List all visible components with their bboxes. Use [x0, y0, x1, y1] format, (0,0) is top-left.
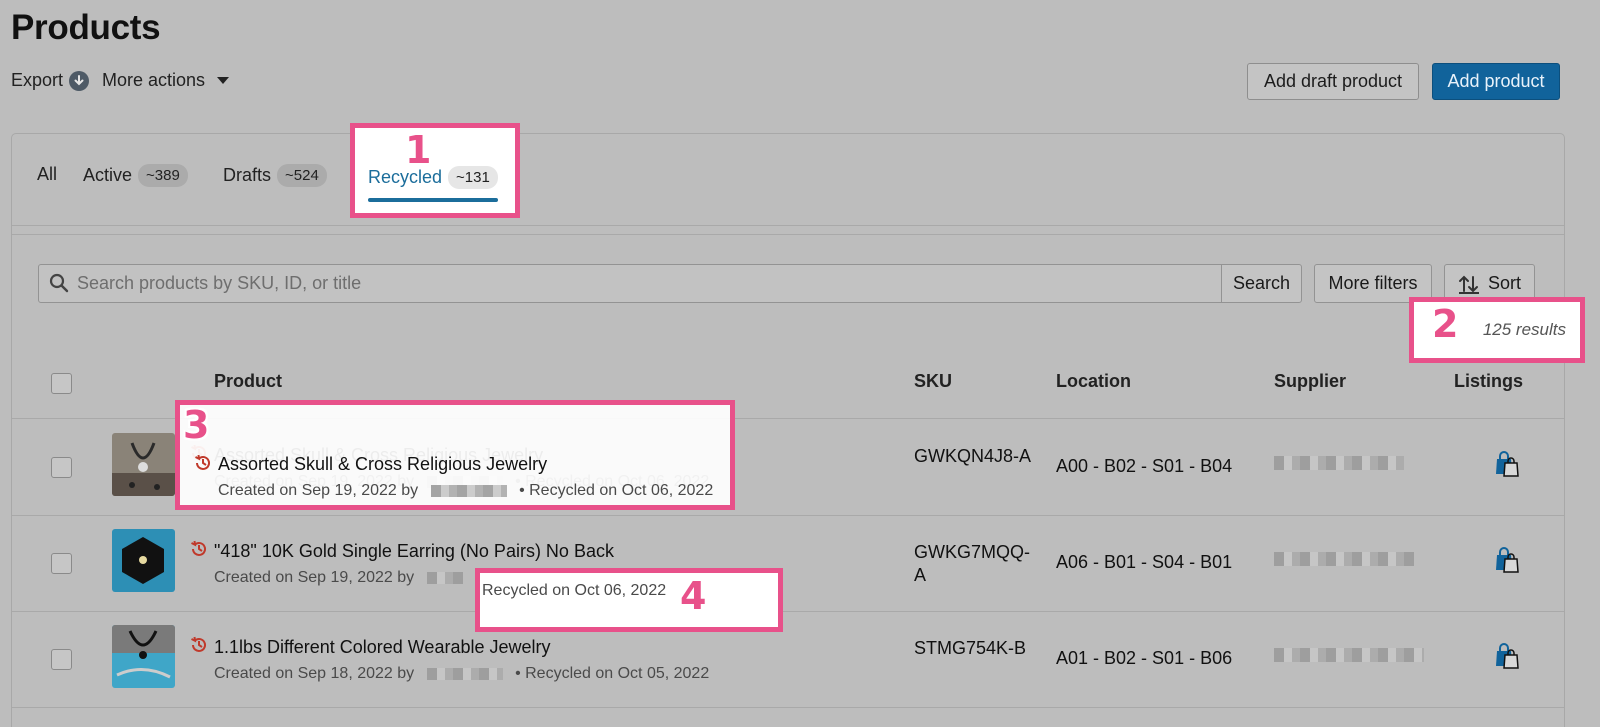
select-all-checkbox[interactable]: [51, 373, 72, 394]
redacted-username: [426, 571, 463, 584]
annotated-recycled-date: Recycled on Oct 06, 2022: [482, 582, 667, 599]
annotation-number-3: 3: [183, 403, 210, 447]
supplier-redacted: [1274, 456, 1404, 470]
export-label: Export: [11, 70, 64, 90]
caret-down-icon: [217, 77, 230, 84]
add-draft-product-button[interactable]: Add draft product: [1247, 63, 1419, 100]
table-row[interactable]: 1.1lbs Different Colored Wearable Jewelr…: [12, 612, 1564, 708]
sku-value: GWKQN4J8-A: [914, 446, 1032, 466]
column-header-listings: Listings: [1454, 371, 1524, 391]
sort-label: Sort: [1487, 273, 1521, 293]
row-checkbox[interactable]: [51, 457, 72, 478]
shopping-bag-icon[interactable]: [1492, 450, 1520, 478]
recycled-history-icon: [195, 454, 210, 470]
search-box: [38, 264, 1262, 303]
results-count: 125 results: [1482, 320, 1566, 339]
product-title[interactable]: "418" 10K Gold Single Earring (No Pairs)…: [214, 541, 614, 562]
product-meta: Created on Sep 19, 2022 by: [214, 569, 471, 587]
product-meta: Created on Sep 18, 2022 by • Recycled on…: [214, 665, 709, 683]
annotated-product-meta: Created on Sep 19, 2022 by • Recycled on…: [218, 482, 713, 500]
recycled-history-icon: [191, 540, 206, 556]
recycled-history-icon: [191, 636, 206, 652]
redacted-username: [426, 667, 503, 680]
supplier-redacted: [1274, 648, 1424, 662]
recycled-text: • Recycled on Oct 05, 2022: [515, 665, 710, 682]
count-badge: ~524: [277, 164, 327, 187]
active-tab-underline: [368, 198, 498, 202]
page-title: Products: [11, 8, 161, 47]
product-thumbnail: [112, 625, 175, 688]
add-product-button[interactable]: Add product: [1432, 63, 1560, 100]
product-thumbnail: [112, 433, 175, 496]
tab-label: Active: [83, 165, 133, 185]
redacted-username: [430, 484, 507, 497]
column-header-sku: SKU: [914, 371, 953, 391]
column-header-location: Location: [1056, 371, 1131, 391]
annotation-number-2: 2: [1432, 302, 1459, 346]
created-text: Created on Sep 18, 2022 by: [214, 665, 415, 682]
location-value: A00 - B02 - S01 - B04: [1056, 456, 1233, 476]
location-value: A06 - B01 - S04 - B01: [1056, 552, 1233, 572]
divider: [12, 234, 1564, 235]
sku-value: STMG754K-B: [914, 638, 1027, 658]
tab-label: Drafts: [223, 165, 272, 185]
sku-value: GWKG7MQQ-A: [914, 542, 1030, 585]
export-link[interactable]: Export: [11, 70, 90, 91]
annotated-product-title[interactable]: Assorted Skull & Cross Religious Jewelry: [218, 454, 547, 475]
search-icon: [49, 273, 69, 293]
product-title[interactable]: 1.1lbs Different Colored Wearable Jewelr…: [214, 637, 551, 658]
created-text: Created on Sep 19, 2022 by: [218, 482, 419, 499]
tabs-bar: All Active ~389 Drafts ~524: [12, 134, 1564, 226]
annotation-number-4: 4: [680, 574, 707, 618]
column-header-supplier: Supplier: [1274, 371, 1347, 391]
download-icon: [69, 70, 90, 91]
more-actions-label: More actions: [102, 70, 206, 90]
count-badge: ~389: [138, 164, 188, 187]
count-badge: ~131: [448, 166, 498, 189]
row-checkbox[interactable]: [51, 649, 72, 670]
shopping-bag-icon[interactable]: [1492, 546, 1520, 574]
sort-icon: [1458, 275, 1479, 294]
product-thumbnail: [112, 529, 175, 592]
search-button[interactable]: Search: [1221, 264, 1302, 303]
created-text: Created on Sep 19, 2022 by: [214, 569, 415, 586]
column-header-product: Product: [214, 371, 283, 391]
more-actions-dropdown[interactable]: More actions: [102, 70, 230, 91]
table-row[interactable]: "418" 10K Gold Single Earring (No Pairs)…: [12, 516, 1564, 612]
tab-active[interactable]: Active ~389: [83, 164, 188, 187]
tab-recycled[interactable]: Recycled ~131: [368, 166, 498, 202]
more-filters-label: More filters: [1328, 273, 1418, 293]
tab-drafts[interactable]: Drafts ~524: [223, 164, 327, 187]
location-value: A01 - B02 - S01 - B06: [1056, 648, 1233, 668]
annotation-number-1: 1: [405, 128, 432, 172]
search-input[interactable]: [77, 265, 1217, 302]
supplier-redacted: [1274, 552, 1414, 566]
shopping-bag-icon[interactable]: [1492, 642, 1520, 670]
tab-label: All: [37, 164, 58, 184]
annotation-box-4: [475, 568, 783, 632]
tab-all[interactable]: All: [37, 164, 57, 185]
row-checkbox[interactable]: [51, 553, 72, 574]
recycled-text: • Recycled on Oct 06, 2022: [519, 482, 714, 499]
